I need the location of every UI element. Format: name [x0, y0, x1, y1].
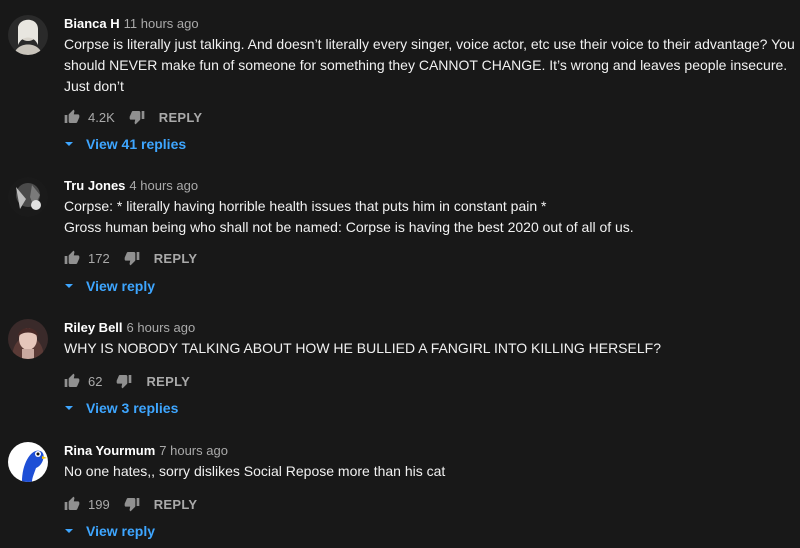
like-button[interactable]	[64, 250, 80, 266]
comment-text-line: Corpse: * literally having horrible heal…	[64, 198, 547, 214]
like-button[interactable]	[64, 109, 80, 125]
chevron-down-icon	[65, 529, 73, 533]
comment-header: Bianca H 11 hours ago	[64, 15, 796, 32]
dislike-button[interactable]	[129, 109, 145, 125]
comment-body: Riley Bell 6 hours ago WHY IS NOBODY TALK…	[64, 319, 796, 359]
view-replies-button[interactable]: View reply	[64, 521, 155, 541]
chevron-down-icon	[65, 142, 73, 146]
like-count: 62	[88, 373, 103, 389]
comment-actions: 62 REPLY	[64, 371, 190, 391]
view-replies-label: View 3 replies	[86, 400, 179, 416]
comment-actions: 199 REPLY	[64, 494, 197, 514]
avatar-photo-icon	[8, 177, 48, 217]
view-replies-label: View reply	[86, 523, 156, 539]
author-name[interactable]: Bianca H	[64, 16, 120, 31]
view-replies-label: View reply	[86, 278, 156, 294]
avatar-photo-icon	[8, 319, 48, 359]
like-count: 4.2K	[88, 109, 115, 125]
author-name[interactable]: Riley Bell	[64, 320, 123, 335]
like-count: 199	[88, 496, 110, 512]
view-replies-button[interactable]: View 41 replies	[64, 134, 186, 154]
avatar[interactable]	[8, 15, 48, 55]
reply-button[interactable]: REPLY	[159, 110, 203, 125]
comment-text: Corpse is literally just talking. And do…	[64, 36, 795, 94]
comment-body: Tru Jones 4 hours ago Corpse: * literally…	[64, 177, 796, 238]
thumbs-up-icon	[64, 109, 80, 123]
comments-section: Bianca H 11 hours ago Corpse is literally…	[0, 0, 800, 548]
comment-body: Bianca H 11 hours ago Corpse is literally…	[64, 15, 796, 97]
thumbs-down-icon	[129, 111, 145, 125]
view-replies-button[interactable]: View 3 replies	[64, 398, 178, 418]
comment-header: Riley Bell 6 hours ago	[64, 319, 796, 336]
comment-body: Rina Yourmum 7 hours ago No one hates,, s…	[64, 442, 796, 482]
thumbs-down-icon	[124, 252, 140, 266]
thumbs-down-icon	[117, 375, 132, 389]
dislike-button[interactable]	[124, 496, 140, 512]
avatar[interactable]	[8, 319, 48, 359]
thumbs-up-icon	[64, 373, 80, 387]
comment-time[interactable]: 6 hours ago	[127, 320, 196, 335]
dislike-button[interactable]	[116, 373, 132, 389]
avatar-photo-icon	[8, 442, 48, 482]
comment-header: Rina Yourmum 7 hours ago	[64, 442, 796, 459]
author-name[interactable]: Rina Yourmum	[64, 443, 155, 458]
comment-time[interactable]: 4 hours ago	[129, 178, 198, 193]
view-replies-label: View 41 replies	[86, 136, 187, 152]
thumbs-down-icon	[124, 498, 140, 512]
avatar[interactable]	[8, 177, 48, 217]
comment-actions: 4.2K REPLY	[64, 107, 202, 127]
comment-text-line: Gross human being who shall not be named…	[64, 219, 634, 235]
dislike-button[interactable]	[124, 250, 140, 266]
comment-actions: 172 REPLY	[64, 248, 197, 268]
comment-text: Corpse: * literally having horrible heal…	[64, 196, 796, 238]
thumbs-up-icon	[64, 250, 80, 264]
reply-button[interactable]: REPLY	[146, 374, 190, 389]
comment-time[interactable]: 11 hours ago	[124, 16, 199, 31]
avatar-photo-icon	[8, 15, 48, 55]
avatar[interactable]	[8, 442, 48, 482]
like-button[interactable]	[64, 496, 80, 512]
view-replies-button[interactable]: View reply	[64, 276, 155, 296]
like-button[interactable]	[64, 373, 80, 389]
reply-button[interactable]: REPLY	[154, 251, 198, 266]
comment-text: No one hates,, sorry dislikes Social Rep…	[64, 463, 446, 479]
author-name[interactable]: Tru Jones	[64, 178, 125, 193]
reply-button[interactable]: REPLY	[154, 497, 198, 512]
thumbs-up-icon	[64, 496, 80, 510]
like-count: 172	[88, 250, 110, 266]
chevron-down-icon	[65, 284, 73, 288]
comment-text: WHY IS NOBODY TALKING ABOUT HOW HE BULLI…	[64, 340, 661, 356]
comment-header: Tru Jones 4 hours ago	[64, 177, 796, 194]
chevron-down-icon	[65, 406, 73, 410]
comment-time[interactable]: 7 hours ago	[159, 443, 228, 458]
